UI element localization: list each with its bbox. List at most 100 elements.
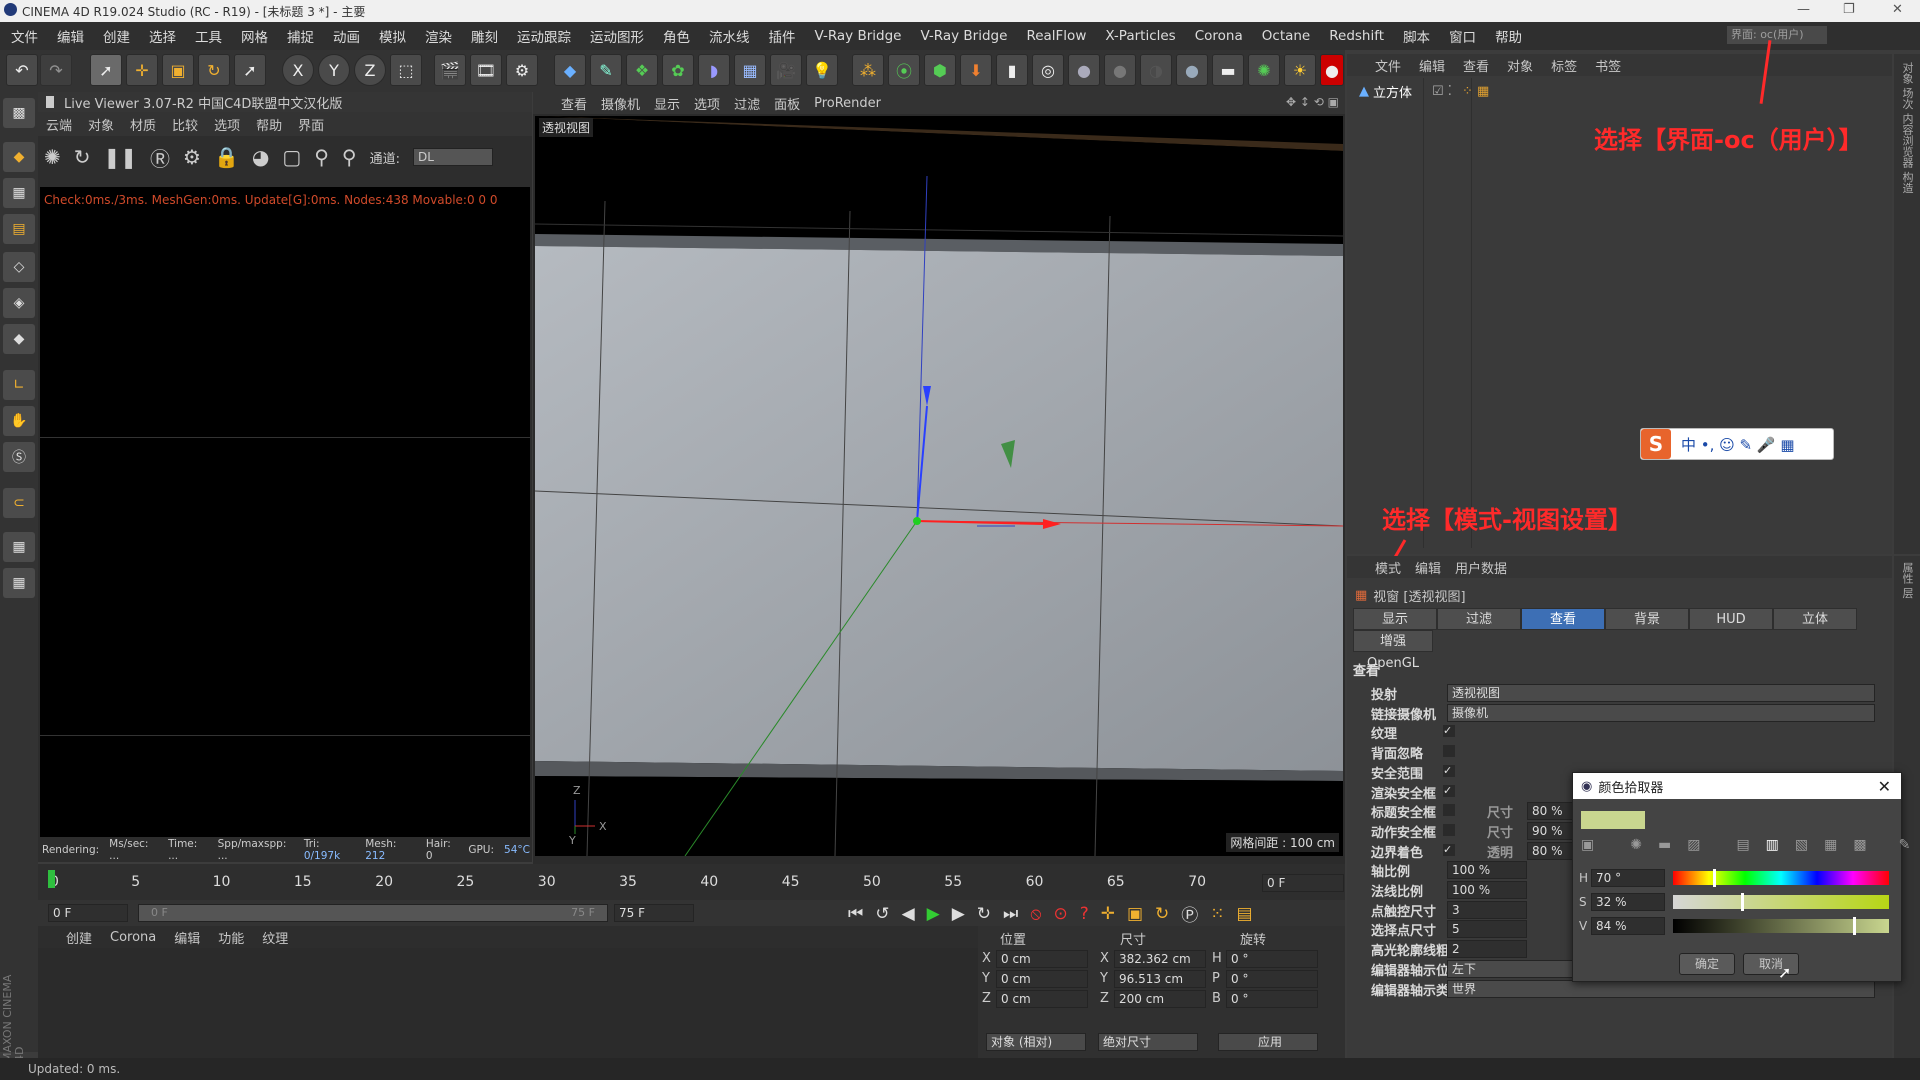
size-mode-select[interactable]: 绝对尺寸 [1098,1033,1198,1051]
vertical-tab-strip[interactable]: 对象 场次 内容浏览器 构造 [1894,54,1920,194]
tag-icon[interactable]: ⁘ ▦ [1462,84,1489,99]
grid-icon[interactable]: ▦ [3,532,35,562]
layout-field[interactable]: 界面: oc(用户) [1727,26,1827,44]
lv-menu-item[interactable]: 帮助 [256,115,282,134]
menu-item[interactable]: 雕刻 [471,26,498,46]
end-frame-field[interactable]: 75 F [614,904,694,922]
value-slider[interactable] [1673,919,1889,933]
model-mode-icon[interactable]: ◆ [3,142,35,172]
size-field[interactable]: 382.362 cm [1114,950,1206,968]
mixer-mode-icon[interactable]: ▦ [1824,837,1837,853]
menu-item[interactable]: Redshift [1329,28,1384,44]
menu-item[interactable]: Corona [1195,28,1243,44]
ime-toolbar[interactable]: S 中 •, ☺ ✎ 🎤 ▦ [1640,428,1834,460]
render-view-icon[interactable]: 🎬 [434,54,466,86]
object-menu-item[interactable]: 标签 [1551,56,1577,75]
object-menu-item[interactable]: 对象 [1507,56,1533,75]
make-editable-icon[interactable]: ▩ [3,98,35,128]
scale-tool-icon[interactable]: ▣ [162,54,194,86]
polygons-mode-icon[interactable]: ◆ [3,324,35,354]
dialog-close-icon[interactable]: ✕ [1878,777,1891,796]
menu-item[interactable]: RealFlow [1026,28,1086,44]
pin2-icon[interactable]: ⚲ [342,145,357,169]
material-menu-item[interactable]: 纹理 [262,928,288,947]
menu-item[interactable]: X-Particles [1105,28,1175,44]
timeline-ruler[interactable]: 051015202530354045505560657075 [38,864,1287,890]
gear-green-icon[interactable]: ✺ [1248,54,1280,86]
rotation-field[interactable]: 0 ° [1226,970,1318,988]
tab-enhanced-opengl[interactable]: 增强OpenGL [1353,630,1433,671]
rotate-tool-icon[interactable]: ↻ [198,54,230,86]
menu-item[interactable]: 网格 [241,26,268,46]
render-view[interactable]: Check:0ms./3ms. MeshGen:0ms. Update[G]:0… [40,187,530,837]
record-key-icon[interactable]: ⦸ [1030,904,1041,924]
lv-menu-item[interactable]: 选项 [214,115,240,134]
image-mode-icon[interactable]: ▨ [1687,837,1700,853]
viewport-menu-item[interactable]: ProRender [814,96,881,111]
attribute-menu-item[interactable]: 编辑 [1415,558,1441,577]
viewport-menu-item[interactable]: 选项 [694,94,720,113]
size-field[interactable]: 96.513 cm [1114,970,1206,988]
lock-icon[interactable]: 🔒 [214,145,239,169]
property-field[interactable]: 100 % [1447,861,1527,880]
pen-icon[interactable]: ✎ [590,54,622,86]
menu-item[interactable]: 选择 [149,26,176,46]
attribute-tab[interactable]: 背景 [1605,608,1689,630]
key-scale-icon[interactable]: ▣ [1127,904,1143,924]
menu-item[interactable]: V-Ray Bridge [815,28,902,44]
property-checkbox[interactable]: ✓ [1443,764,1455,777]
frame-range-slider[interactable]: 0 F 75 F [138,904,608,922]
grid2-icon[interactable]: ▦ [3,568,35,598]
frame-icon[interactable]: ▢ [282,145,301,169]
swatch-mode-icon[interactable]: ▣ [1581,837,1594,853]
property-field[interactable]: 5 [1447,920,1527,939]
key-rotate-icon[interactable]: ↻ [1155,904,1169,924]
object-row-cube[interactable]: ▲ 立方体 ☑ ⁚ ⁘ ▦ [1359,82,1489,101]
menu-item[interactable]: 创建 [103,26,130,46]
tweak-mode-icon[interactable]: ✋ [3,406,35,436]
next-key-icon[interactable]: ↻ [977,904,991,924]
menu-item[interactable]: Octane [1262,28,1310,44]
spectrum-mode-icon[interactable]: ▬ [1658,837,1671,853]
camera-icon[interactable]: 🎥 [770,54,802,86]
lv-menu-item[interactable]: 材质 [130,115,156,134]
lv-menu-item[interactable]: 界面 [298,115,324,134]
material-menu-item[interactable]: 编辑 [174,928,200,947]
menu-item[interactable]: 运动跟踪 [517,26,571,46]
cloner-icon[interactable]: ✿ [662,54,694,86]
hue-handle[interactable] [1713,869,1716,887]
record-icon[interactable]: ● [1320,54,1344,86]
attribute-tab[interactable]: 立体 [1773,608,1857,630]
ime-tools-icon[interactable]: 中 •, ☺ ✎ 🎤 ▦ [1681,434,1795,455]
pause-icon[interactable]: ❚❚ [104,145,138,169]
magnet-icon[interactable]: ⊂ [3,488,35,518]
select-tool-icon[interactable]: ➚ [90,54,122,86]
next-frame-icon[interactable]: ▶ [952,904,965,924]
axis-mode-icon[interactable]: ∟ [3,370,35,400]
key-pla-icon[interactable]: ⁙ [1210,904,1224,924]
position-field[interactable]: 0 cm [996,950,1088,968]
sun-icon[interactable]: ☀ [1284,54,1316,86]
region-icon[interactable]: Ⓡ [150,143,170,172]
attribute-tab[interactable]: 过滤 [1437,608,1521,630]
kelvin-mode-icon[interactable]: ▧ [1795,837,1808,853]
menu-item[interactable]: 编辑 [57,26,84,46]
visibility-icon[interactable]: ☑ ⁚ [1432,84,1452,99]
property-field[interactable]: 摄像机 [1447,703,1875,722]
x-axis-lock[interactable]: X [282,54,314,86]
auto-key-icon[interactable]: ⊙ [1053,904,1067,924]
redo-icon[interactable]: ↷ [40,54,72,86]
menu-item[interactable]: 角色 [663,26,690,46]
menu-item[interactable]: 运动图形 [590,26,644,46]
render-settings-icon[interactable]: ⚙ [506,54,538,86]
wheel-mode-icon[interactable]: ✺ [1630,837,1642,853]
h-field[interactable]: 70 ° [1591,869,1665,887]
property-field[interactable]: 世界 [1447,979,1875,998]
ok-button[interactable]: 确定 [1679,953,1735,975]
points-mode-icon[interactable]: ◇ [3,252,35,282]
coord-mode-select[interactable]: 对象 (相对) [986,1033,1086,1051]
viewport-menu-item[interactable]: 面板 [774,94,800,113]
attribute-tab[interactable]: 显示 [1353,608,1437,630]
menu-item[interactable]: 流水线 [709,26,750,46]
sphere-metal-icon[interactable]: ● [1176,54,1208,86]
